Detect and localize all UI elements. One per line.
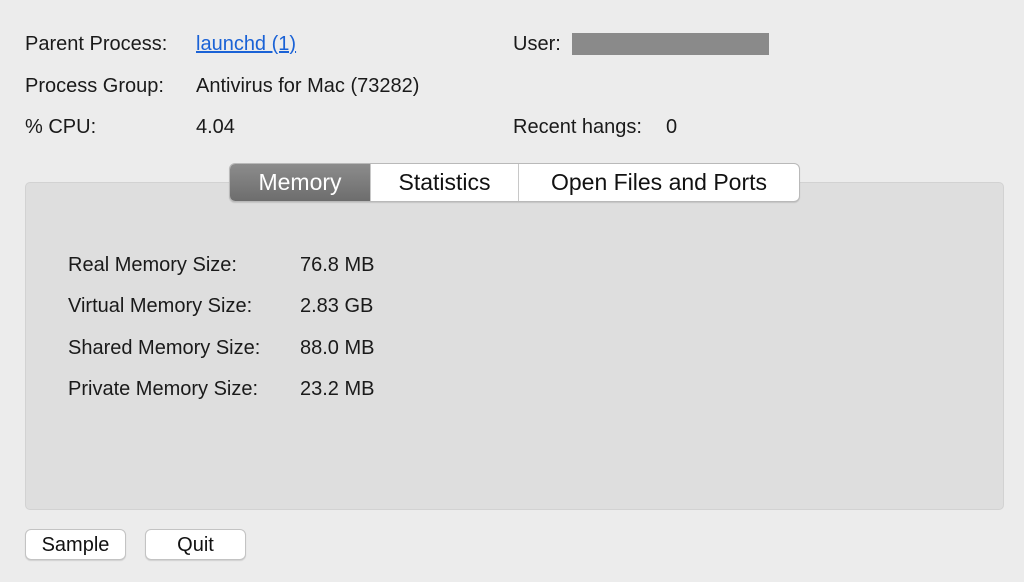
tab-statistics[interactable]: Statistics (370, 164, 518, 201)
process-group-value: Antivirus for Mac (73282) (196, 75, 420, 97)
cpu-value: 4.04 (196, 116, 235, 138)
tab-open-files-and-ports[interactable]: Open Files and Ports (518, 164, 799, 201)
virtual-memory-label: Virtual Memory Size: (68, 295, 253, 317)
private-memory-value: 23.2 MB (300, 378, 375, 400)
shared-memory-value: 88.0 MB (300, 337, 375, 359)
cpu-label: % CPU: (25, 116, 97, 138)
tab-bar: Memory Statistics Open Files and Ports (229, 163, 800, 202)
private-memory-label: Private Memory Size: (68, 378, 259, 400)
process-group-label: Process Group: (25, 75, 164, 97)
recent-hangs-label: Recent hangs: (513, 116, 642, 138)
real-memory-label: Real Memory Size: (68, 254, 237, 276)
real-memory-value: 76.8 MB (300, 254, 375, 276)
parent-process-link[interactable]: launchd (1) (196, 32, 296, 56)
shared-memory-label: Shared Memory Size: (68, 337, 261, 359)
sample-button[interactable]: Sample (25, 529, 126, 560)
virtual-memory-value: 2.83 GB (300, 295, 374, 317)
parent-process-label: Parent Process: (25, 33, 168, 55)
quit-button[interactable]: Quit (145, 529, 246, 560)
tab-memory[interactable]: Memory (230, 164, 370, 201)
user-value-redacted (572, 33, 769, 55)
user-label: User: (513, 33, 561, 55)
recent-hangs-value: 0 (666, 116, 678, 138)
